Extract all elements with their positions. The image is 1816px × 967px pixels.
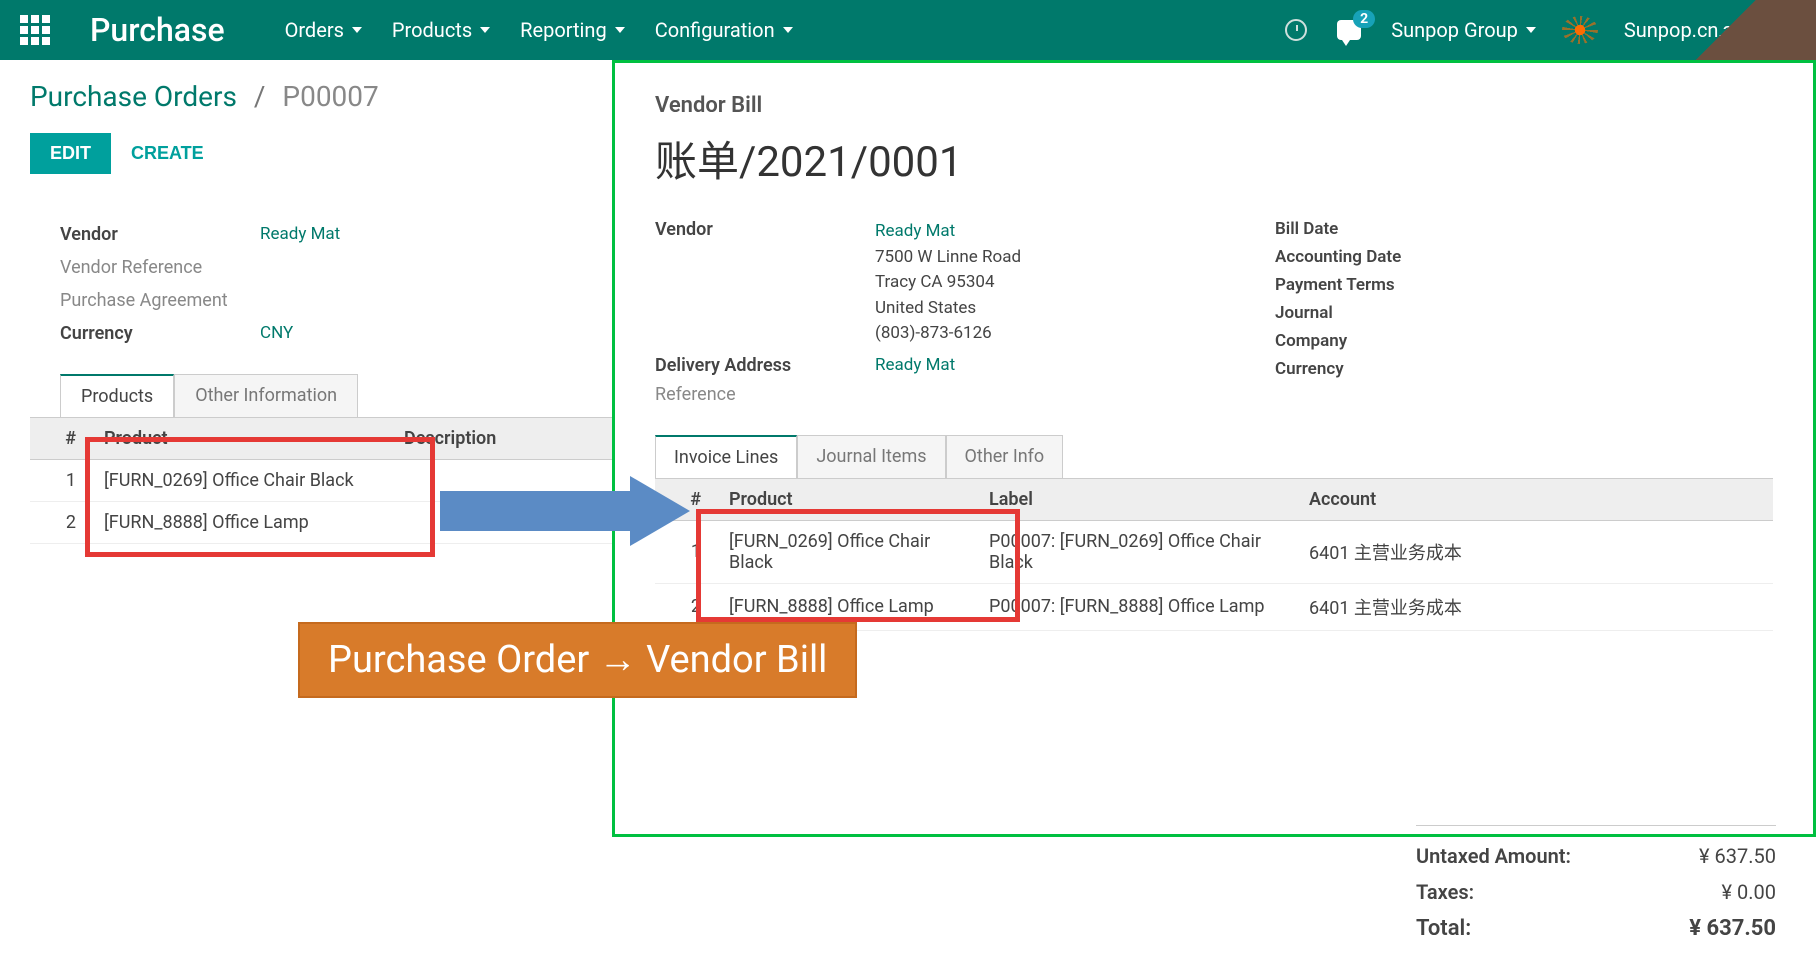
value-taxes: ¥ 0.00 xyxy=(1722,880,1776,904)
vendor-bill-panel: Vendor Bill 账单/2021/0001 Vendor Ready Ma… xyxy=(612,60,1816,837)
tab-journal-items[interactable]: Journal Items xyxy=(797,435,945,478)
clock-icon[interactable] xyxy=(1285,19,1307,41)
breadcrumb-sep: / xyxy=(254,80,266,113)
label-currency: Currency xyxy=(1275,359,1475,379)
arrow-icon xyxy=(440,476,700,546)
tab-products[interactable]: Products xyxy=(60,374,174,417)
col-account[interactable]: Account xyxy=(1295,479,1773,521)
label-company: Company xyxy=(1275,331,1475,351)
topbar: Purchase Orders Products Reporting Confi… xyxy=(0,0,1816,60)
label-vendor-ref: Vendor Reference xyxy=(60,257,260,278)
user-menu[interactable]: Sunpop.cn,admin xyxy=(1624,18,1796,42)
bill-label-vendor: Vendor xyxy=(655,219,875,240)
menu-configuration[interactable]: Configuration xyxy=(655,18,793,42)
cell-number: 2 xyxy=(30,502,90,544)
create-button[interactable]: CREATE xyxy=(131,143,204,164)
label-payment-terms: Payment Terms xyxy=(1275,275,1475,295)
callout-label: Purchase Order → Vendor Bill xyxy=(298,622,857,698)
breadcrumb-root[interactable]: Purchase Orders xyxy=(30,80,237,113)
bill-lines-table: # Product Label Account 1 [FURN_0269] Of… xyxy=(655,478,1773,631)
col-number[interactable]: # xyxy=(30,418,90,460)
chevron-down-icon xyxy=(783,27,793,33)
col-product[interactable]: Product xyxy=(715,479,975,521)
edit-button[interactable]: EDIT xyxy=(30,133,111,174)
bill-form: Vendor Ready Mat 7500 W Linne Road Tracy… xyxy=(655,219,1773,405)
topbar-right: 2 Sunpop Group Sunpop.cn,admin xyxy=(1285,18,1796,42)
bill-vendor-name[interactable]: Ready Mat xyxy=(875,219,1275,245)
cell-product: [FURN_0269] Office Chair Black xyxy=(90,460,390,502)
menu-orders[interactable]: Orders xyxy=(285,18,362,42)
value-vendor-ref xyxy=(260,257,560,278)
chevron-down-icon xyxy=(615,27,625,33)
cell-product: [FURN_8888] Office Lamp xyxy=(90,502,390,544)
value-untaxed: ¥ 637.50 xyxy=(1699,844,1776,868)
bill-label-reference: Reference xyxy=(655,384,875,405)
label-accounting-date: Accounting Date xyxy=(1275,247,1475,267)
bill-vendor-phone: (803)-873-6126 xyxy=(875,321,1275,347)
cell-account: 6401 主营业务成本 xyxy=(1295,583,1773,630)
apps-icon[interactable] xyxy=(20,15,50,45)
bill-vendor-addr3: United States xyxy=(875,296,1275,322)
label-journal: Journal xyxy=(1275,303,1475,323)
company-switcher[interactable]: Sunpop Group xyxy=(1391,18,1536,42)
label-currency: Currency xyxy=(60,323,260,344)
bill-label-delivery: Delivery Address xyxy=(655,355,875,376)
bill-heading: Vendor Bill xyxy=(655,93,1773,118)
value-vendor[interactable]: Ready Mat xyxy=(260,224,560,245)
brand-title[interactable]: Purchase xyxy=(90,11,225,49)
tab-other-information[interactable]: Other Information xyxy=(174,374,358,417)
tab-other-info[interactable]: Other Info xyxy=(946,435,1064,478)
menu-reporting[interactable]: Reporting xyxy=(520,18,625,42)
chevron-down-icon xyxy=(1786,27,1796,33)
sunpop-logo-icon xyxy=(1566,20,1594,40)
label-taxes: Taxes: xyxy=(1416,880,1474,904)
col-label[interactable]: Label xyxy=(975,479,1295,521)
value-total: ¥ 637.50 xyxy=(1689,916,1776,941)
table-row[interactable]: 1 [FURN_0269] Office Chair Black P00007:… xyxy=(655,520,1773,583)
bill-delivery[interactable]: Ready Mat xyxy=(875,355,1275,375)
label-purchase-agreement: Purchase Agreement xyxy=(60,290,260,311)
cell-account: 6401 主营业务成本 xyxy=(1295,520,1773,583)
tab-invoice-lines[interactable]: Invoice Lines xyxy=(655,435,797,478)
bill-side-labels: Bill Date Accounting Date Payment Terms … xyxy=(1275,219,1475,379)
bill-tabs: Invoice Lines Journal Items Other Info xyxy=(655,435,1773,478)
menu-products[interactable]: Products xyxy=(392,18,490,42)
totals-block: Untaxed Amount: ¥ 637.50 Taxes: ¥ 0.00 T… xyxy=(1416,825,1776,947)
chevron-down-icon xyxy=(1526,27,1536,33)
bill-title: 账单/2021/0001 xyxy=(655,128,1773,189)
messages-button[interactable]: 2 xyxy=(1337,20,1361,40)
bill-vendor-block: Ready Mat 7500 W Linne Road Tracy CA 953… xyxy=(875,219,1275,347)
label-total: Total: xyxy=(1416,916,1471,941)
col-product[interactable]: Product xyxy=(90,418,390,460)
messages-badge: 2 xyxy=(1353,10,1375,28)
breadcrumb-current: P00007 xyxy=(282,80,378,113)
cell-label: P00007: [FURN_8888] Office Lamp xyxy=(975,583,1295,630)
main-menu: Orders Products Reporting Configuration xyxy=(285,18,793,42)
label-bill-date: Bill Date xyxy=(1275,219,1475,239)
cell-number: 1 xyxy=(30,460,90,502)
cell-product: [FURN_0269] Office Chair Black xyxy=(715,520,975,583)
value-purchase-agreement xyxy=(260,290,560,311)
value-currency[interactable]: CNY xyxy=(260,323,560,344)
bill-vendor-addr2: Tracy CA 95304 xyxy=(875,270,1275,296)
cell-label: P00007: [FURN_0269] Office Chair Black xyxy=(975,520,1295,583)
chevron-down-icon xyxy=(352,27,362,33)
label-untaxed: Untaxed Amount: xyxy=(1416,844,1571,868)
bill-vendor-addr1: 7500 W Linne Road xyxy=(875,245,1275,271)
chevron-down-icon xyxy=(480,27,490,33)
label-vendor: Vendor xyxy=(60,224,260,245)
